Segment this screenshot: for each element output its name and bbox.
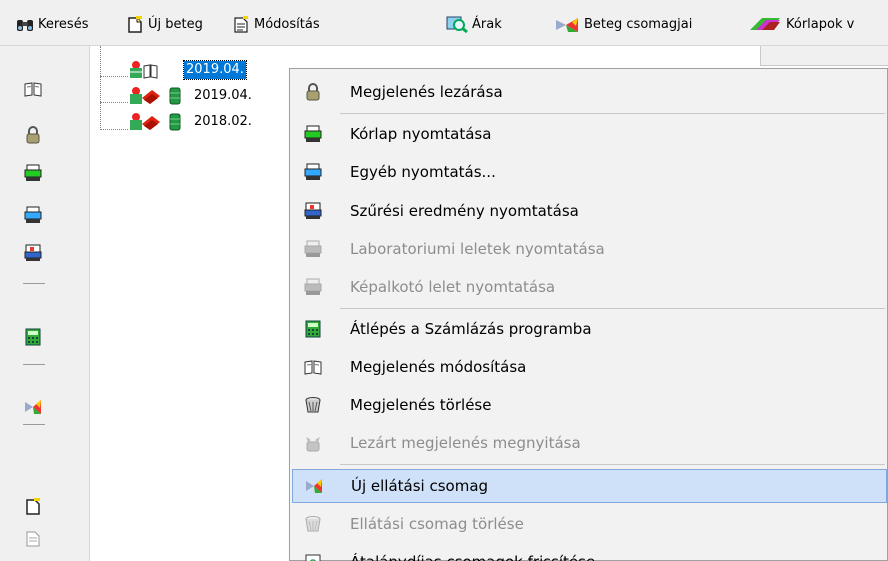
menu-item-new-care-package[interactable]: Új ellátási csomag [292, 469, 887, 503]
records-button[interactable]: Kórlapok v [748, 14, 854, 34]
printer-gray-icon [304, 278, 322, 296]
book-icon [304, 358, 322, 376]
edit-document-icon [232, 15, 250, 33]
menu-item-reopen-visit[interactable]: Lezárt megjelenés megnyitása [292, 426, 887, 460]
printer-blue-icon [304, 163, 322, 181]
tree-node-label[interactable]: 2018.02. [192, 113, 254, 131]
menu-item-close-visit[interactable]: Megjelenés lezárása [292, 75, 887, 109]
records-label: Kórlapok v [786, 16, 855, 32]
menu-item-label: Megjelenés lezárása [350, 83, 503, 101]
lock-icon [304, 83, 322, 101]
printer-green-icon [304, 125, 322, 143]
records-icon [748, 16, 782, 33]
search-button[interactable]: Keresés [16, 14, 88, 34]
package-icon [305, 477, 323, 495]
menu-item-label: Új ellátási csomag [351, 477, 489, 495]
tree-node-label[interactable]: 2019.04. [183, 60, 247, 80]
patient-packages-button[interactable]: Beteg csomagjai [554, 14, 692, 34]
binoculars-icon [16, 16, 34, 33]
menu-item-label: Ellátási csomag törlése [350, 515, 524, 533]
tree-node[interactable]: 2018.02. [128, 112, 254, 132]
menu-item-label: Szűrési eredmény nyomtatása [350, 202, 579, 220]
menu-item-label: Lezárt megjelenés megnyitása [350, 434, 581, 452]
wastebasket-icon [304, 396, 322, 414]
menu-item-label: Egyéb nyomtatás... [350, 163, 496, 181]
new-document-icon[interactable] [24, 498, 42, 516]
patient-record-icon [128, 86, 184, 106]
printer-screening-icon [304, 202, 322, 220]
book-icon[interactable] [24, 80, 42, 98]
menu-item-label: Képalkotó lelet nyomtatása [350, 278, 556, 296]
refresh-icon [304, 553, 322, 561]
new-patient-label: Új beteg [148, 16, 203, 32]
menu-item-delete-visit[interactable]: Megjelenés törlése [292, 388, 887, 422]
patient-record-icon [128, 112, 184, 132]
lock-icon[interactable] [24, 126, 42, 144]
package-icon[interactable] [24, 398, 42, 416]
menu-item-label: Megjelenés módosítása [350, 358, 527, 376]
menu-item-modify-visit[interactable]: Megjelenés módosítása [292, 350, 887, 384]
calculator-icon[interactable] [24, 328, 42, 346]
menu-item-billing[interactable]: Átlépés a Számlázás programba [292, 312, 887, 346]
calculator-icon [304, 320, 322, 338]
wastebasket-icon [304, 515, 322, 533]
search-label: Keresés [38, 16, 89, 32]
new-document-icon [126, 15, 144, 33]
edit-document-icon[interactable] [24, 530, 42, 548]
patient-packages-label: Beteg csomagjai [584, 16, 693, 32]
patient-icon [128, 60, 158, 80]
printer-blue-icon[interactable] [24, 206, 42, 224]
menu-item-print-lab[interactable]: Laboratoriumi leletek nyomtatása [292, 232, 887, 266]
menu-item-label: Laboratoriumi leletek nyomtatása [350, 240, 605, 258]
prices-label: Árak [472, 16, 502, 32]
tree-node[interactable]: 2019.04. [128, 86, 254, 106]
menu-item-label: Kórlap nyomtatása [350, 125, 492, 143]
package-icon [554, 16, 580, 33]
printer-screening-icon[interactable] [24, 244, 42, 262]
context-menu: Megjelenés lezárása Kórlap nyomtatása Eg… [289, 68, 888, 561]
tree-node[interactable]: 2019.04. [128, 60, 247, 80]
price-search-icon [446, 16, 468, 33]
new-patient-button[interactable]: Új beteg [126, 14, 203, 34]
menu-item-print-screening[interactable]: Szűrési eredmény nyomtatása [292, 194, 887, 228]
menu-item-delete-care-package[interactable]: Ellátási csomag törlése [292, 507, 887, 541]
tree-node-label[interactable]: 2019.04. [192, 87, 254, 105]
printer-green-icon[interactable] [24, 164, 42, 182]
menu-item-refresh-packages[interactable]: Átalánydíjas csomagok frissítése [292, 545, 887, 561]
menu-item-label: Megjelenés törlése [350, 396, 492, 414]
menu-item-print-record[interactable]: Kórlap nyomtatása [292, 117, 887, 151]
prices-button[interactable]: Árak [446, 14, 502, 34]
menu-item-label: Átlépés a Számlázás programba [350, 320, 592, 338]
printer-gray-icon [304, 240, 322, 258]
header-strip [760, 46, 888, 66]
menu-item-other-print[interactable]: Egyéb nyomtatás... [292, 155, 887, 189]
left-tool-panel [0, 46, 90, 561]
toolbar: Keresés Új beteg Módosítás Árak Beteg cs… [0, 0, 888, 46]
modify-button[interactable]: Módosítás [232, 14, 320, 34]
unlock-icon [304, 434, 322, 452]
menu-item-label: Átalánydíjas csomagok frissítése [350, 553, 595, 561]
menu-item-print-imaging[interactable]: Képalkotó lelet nyomtatása [292, 270, 887, 304]
modify-label: Módosítás [254, 16, 320, 32]
